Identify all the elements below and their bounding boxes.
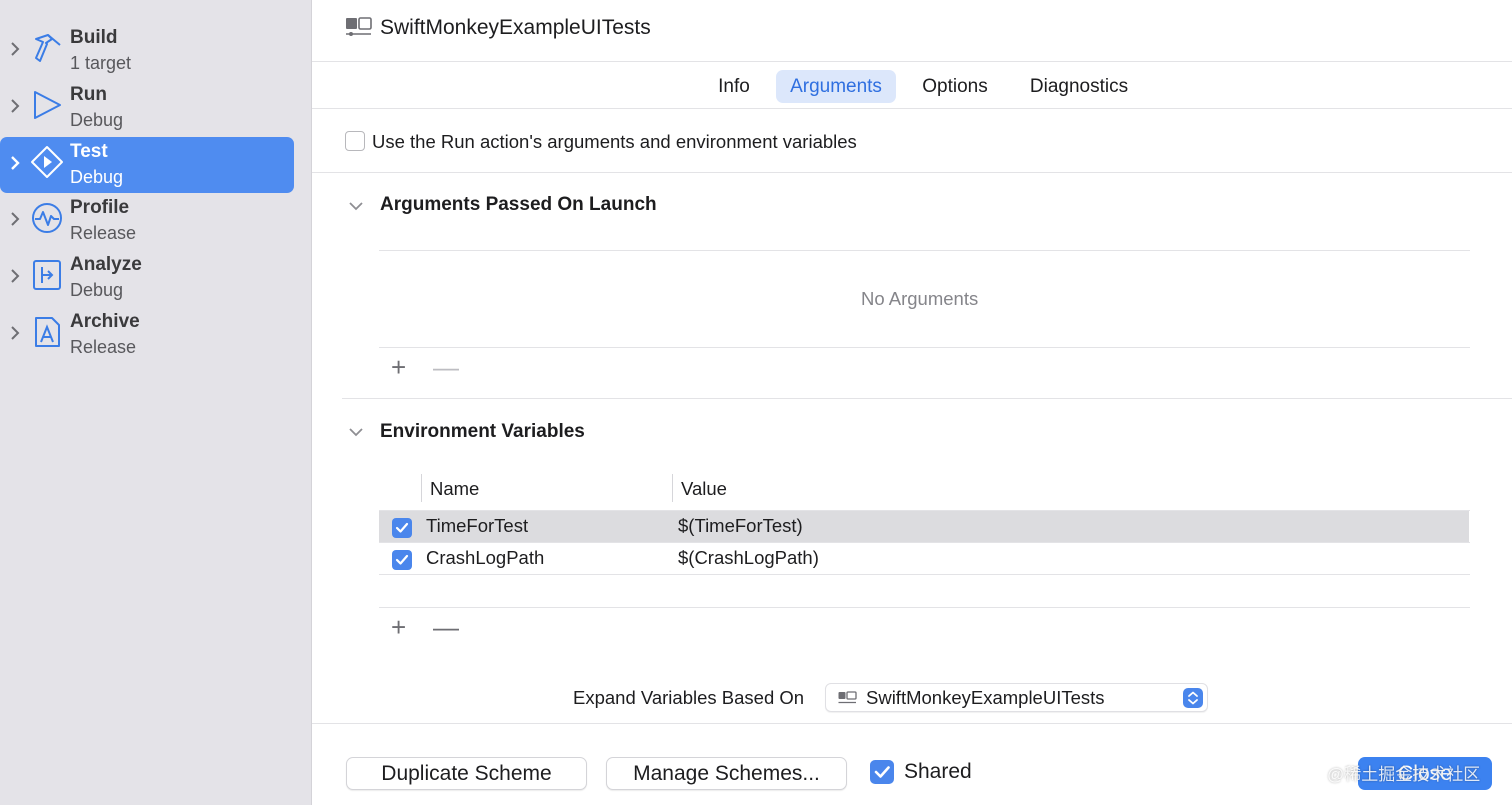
- sidebar-item-title: Archive: [70, 311, 140, 332]
- sidebar-item-title: Analyze: [70, 254, 142, 275]
- sidebar-item-subtitle: Debug: [70, 167, 124, 187]
- divider: [342, 398, 1512, 399]
- divider: [312, 172, 1512, 173]
- sidebar-item-subtitle: Release: [70, 223, 137, 243]
- analyze-icon: [33, 260, 61, 290]
- remove-argument-button[interactable]: —: [433, 354, 459, 380]
- checkmark-icon: [395, 554, 409, 565]
- no-arguments-text: No Arguments: [861, 288, 979, 309]
- divider: [379, 347, 1470, 348]
- expand-variables-popup[interactable]: SwiftMonkeyExampleUITests: [825, 683, 1208, 712]
- column-separator: [672, 474, 673, 502]
- tab-arguments[interactable]: Arguments: [776, 70, 896, 103]
- sidebar-item-subtitle: Debug: [70, 110, 124, 130]
- env-enabled-checkbox[interactable]: [392, 518, 412, 538]
- divider: [312, 723, 1512, 724]
- manage-schemes-button[interactable]: Manage Schemes...: [606, 757, 847, 790]
- sidebar-item-title: Build: [70, 27, 118, 48]
- sidebar-item-title: Test: [70, 141, 108, 162]
- chevron-right-icon[interactable]: [9, 211, 21, 227]
- chevron-right-icon[interactable]: [9, 268, 21, 284]
- add-argument-button[interactable]: +: [391, 354, 406, 380]
- shared-label: Shared: [904, 760, 972, 783]
- tab-info[interactable]: Info: [706, 70, 762, 103]
- sidebar-item-profile[interactable]: Profile Release: [0, 193, 294, 249]
- popup-stepper-icon[interactable]: [1183, 688, 1203, 708]
- sidebar-item-build[interactable]: Build 1 target: [0, 23, 294, 79]
- tab-bar: Info Arguments Options Diagnostics: [312, 62, 1512, 109]
- divider: [379, 250, 1470, 251]
- sidebar-item-subtitle: 1 target: [70, 53, 132, 73]
- sidebar-item-title: Profile: [70, 197, 130, 218]
- expand-variables-value: SwiftMonkeyExampleUITests: [866, 687, 1105, 708]
- tab-diagnostics[interactable]: Diagnostics: [1016, 70, 1142, 103]
- sidebar-item-subtitle: Release: [70, 337, 137, 357]
- add-env-variable-button[interactable]: +: [391, 614, 406, 640]
- arguments-section-title: Arguments Passed On Launch: [380, 194, 657, 215]
- value-column-header[interactable]: Value: [681, 478, 727, 500]
- divider: [379, 607, 1470, 608]
- sidebar-item-run[interactable]: Run Debug: [0, 80, 294, 136]
- tab-options[interactable]: Options: [910, 70, 1000, 103]
- table-row[interactable]: TimeForTest $(TimeForTest): [379, 511, 1469, 543]
- scheme-actions-sidebar: Build 1 target Run Debug Test Debug Prof…: [0, 0, 312, 805]
- target-icon: [346, 17, 372, 36]
- env-value-cell[interactable]: $(CrashLogPath): [678, 547, 819, 569]
- checkmark-icon: [874, 766, 890, 778]
- play-icon: [34, 91, 61, 119]
- sidebar-item-test[interactable]: Test Debug: [0, 137, 294, 193]
- chevron-right-icon[interactable]: [9, 98, 21, 114]
- table-row[interactable]: CrashLogPath $(CrashLogPath): [379, 543, 1469, 575]
- remove-env-variable-button[interactable]: —: [433, 614, 459, 640]
- sidebar-item-archive[interactable]: Archive Release: [0, 307, 294, 363]
- divider: [379, 574, 1470, 575]
- shared-checkbox[interactable]: [870, 760, 894, 784]
- page-title: SwiftMonkeyExampleUITests: [380, 16, 651, 39]
- hammer-icon: [35, 34, 61, 62]
- env-enabled-checkbox[interactable]: [392, 550, 412, 570]
- watermark-text: @稀土掘金技术社区: [1327, 765, 1481, 784]
- chevron-down-icon[interactable]: [348, 426, 364, 438]
- test-diamond-icon: [31, 146, 63, 178]
- use-run-action-checkbox[interactable]: [345, 131, 365, 151]
- expand-variables-label: Expand Variables Based On: [573, 687, 805, 708]
- column-separator: [421, 474, 422, 502]
- env-name-cell[interactable]: CrashLogPath: [426, 547, 544, 569]
- scheme-editor-main: SwiftMonkeyExampleUITests Info Arguments…: [312, 0, 1512, 805]
- checkmark-icon: [395, 522, 409, 533]
- name-column-header[interactable]: Name: [430, 478, 479, 500]
- sidebar-item-title: Run: [70, 84, 107, 105]
- scheme-header: SwiftMonkeyExampleUITests: [312, 0, 1512, 62]
- duplicate-scheme-button[interactable]: Duplicate Scheme: [346, 757, 587, 790]
- chevron-down-icon[interactable]: [348, 200, 364, 212]
- sidebar-item-subtitle: Debug: [70, 280, 124, 300]
- chevron-right-icon[interactable]: [9, 155, 21, 171]
- archive-icon: [35, 317, 60, 347]
- chevron-right-icon[interactable]: [9, 41, 21, 57]
- waveform-icon: [32, 203, 62, 233]
- chevron-right-icon[interactable]: [9, 325, 21, 341]
- env-name-cell[interactable]: TimeForTest: [426, 515, 528, 537]
- env-value-cell[interactable]: $(TimeForTest): [678, 515, 803, 537]
- target-icon: [838, 691, 857, 704]
- env-section-title: Environment Variables: [380, 421, 585, 442]
- use-run-action-label: Use the Run action's arguments and envir…: [372, 131, 857, 152]
- sidebar-item-analyze[interactable]: Analyze Debug: [0, 250, 294, 306]
